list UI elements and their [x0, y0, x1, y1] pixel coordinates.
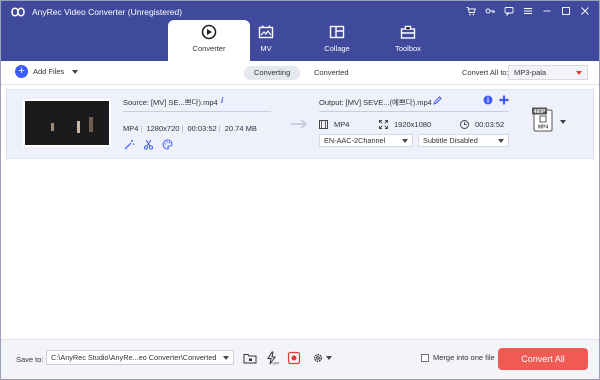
output-format-badge[interactable]: 480P MP4: [531, 107, 557, 133]
save-to-label: Save to:: [16, 355, 44, 364]
tab-converted[interactable]: Converted: [304, 66, 358, 80]
tab-converting[interactable]: Converting: [244, 66, 300, 80]
chevron-down-icon[interactable]: [72, 69, 79, 74]
chevron-down-icon[interactable]: [560, 120, 566, 124]
output-filename: Output: [MV] SEVE...(예쁘다).mp4: [319, 98, 432, 107]
source-size: 20.74 MB: [224, 124, 257, 133]
add-icon[interactable]: [499, 95, 509, 105]
tab-mv[interactable]: MV: [225, 20, 307, 61]
video-thumbnail[interactable]: [23, 99, 111, 147]
file-row: Source: [MV] SE...쁘다).mp4 i MP4 | 1280x72…: [6, 89, 594, 159]
plus-icon: +: [15, 65, 28, 78]
save-path-select[interactable]: C:\AnyRec Studio\AnyRe...eo Converter\Co…: [46, 350, 234, 365]
mv-icon: [258, 25, 274, 39]
format-value: MP3-pala: [514, 68, 547, 77]
audio-track-select[interactable]: EN-AAC-2Channel: [319, 134, 413, 147]
chevron-down-icon: [402, 139, 408, 143]
chevron-down-icon: [223, 356, 229, 360]
divider: [123, 111, 271, 112]
convert-all-button[interactable]: Convert All: [498, 348, 588, 370]
tab-label: MV: [260, 44, 272, 53]
subtitle-select[interactable]: Subtitle Disabled: [418, 134, 509, 147]
key-icon[interactable]: [482, 4, 498, 18]
divider: [319, 111, 509, 112]
format-badge-bottom: MP4: [538, 125, 549, 131]
collage-icon: [329, 25, 345, 39]
hardware-acceleration-button[interactable]: OFF: [263, 350, 280, 365]
source-meta: MP4 | 1280x720 | 00:03:52 | 20.74 MB: [123, 124, 257, 133]
edit-name-icon[interactable]: [433, 96, 442, 105]
add-files-button[interactable]: + Add Files: [15, 65, 79, 78]
lightning-icon: OFF: [266, 351, 279, 365]
arrow-right-icon: [291, 119, 308, 129]
gpu-accelerate-button[interactable]: [285, 350, 302, 365]
header-bar: AnyRec Video Converter (Unregistered) Co…: [1, 1, 599, 61]
bottom-bar: Save to: C:\AnyRec Studio\AnyRe...eo Con…: [1, 339, 599, 379]
app-window: AnyRec Video Converter (Unregistered) Co…: [0, 0, 600, 380]
toolbar: + Add Files Converting Converted Convert…: [1, 61, 599, 85]
output-format-meta: MP4: [319, 120, 349, 129]
window-controls: [463, 4, 593, 18]
svg-text:OFF: OFF: [272, 361, 279, 365]
folder-icon: [243, 353, 256, 363]
source-resolution: 1280x720: [146, 124, 180, 133]
tab-toolbox[interactable]: Toolbox: [367, 20, 449, 61]
save-path-value: C:\AnyRec Studio\AnyRe...eo Converter\Co…: [51, 353, 217, 362]
close-icon[interactable]: [577, 4, 593, 18]
gear-icon: [314, 353, 322, 362]
format-badge-top: 480P: [534, 109, 546, 115]
tab-label: Collage: [324, 44, 350, 53]
tab-label: Toolbox: [395, 44, 421, 53]
film-icon: [319, 120, 328, 129]
source-filename: Source: [MV] SE...쁘다).mp4: [123, 98, 218, 107]
tab-collage[interactable]: Collage: [296, 20, 378, 61]
chevron-down-icon: [576, 71, 582, 75]
converter-icon: [201, 24, 217, 40]
output-info-icon[interactable]: [483, 95, 493, 105]
chevron-down-icon: [326, 355, 332, 360]
minimize-icon[interactable]: [539, 4, 555, 18]
output-format: MP4: [334, 120, 350, 129]
audio-track-value: EN-AAC-2Channel: [324, 136, 386, 145]
resize-icon: [379, 120, 388, 129]
gpu-icon: [287, 351, 300, 364]
magic-wand-icon[interactable]: [124, 139, 135, 150]
scissors-icon[interactable]: [143, 139, 154, 150]
app-logo-icon: [11, 7, 25, 17]
window-title: AnyRec Video Converter (Unregistered): [32, 7, 183, 17]
open-folder-button[interactable]: [241, 350, 258, 365]
palette-icon[interactable]: [162, 139, 173, 150]
toolbox-icon: [400, 25, 416, 39]
settings-button[interactable]: [309, 350, 335, 365]
chat-icon[interactable]: [501, 4, 517, 18]
cart-icon[interactable]: [463, 4, 479, 18]
merge-checkbox[interactable]: [421, 353, 429, 362]
info-icon[interactable]: i: [221, 96, 223, 105]
output-duration: 00:03:52: [475, 120, 505, 129]
subtitle-value: Subtitle Disabled: [423, 136, 478, 145]
menu-icon[interactable]: [520, 4, 536, 18]
chevron-down-icon: [498, 139, 504, 143]
add-files-label: Add Files: [33, 67, 65, 76]
clock-icon: [460, 120, 469, 129]
source-format: MP4: [123, 124, 139, 133]
merge-label: Merge into one file: [433, 353, 495, 362]
source-duration: 00:03:52: [187, 124, 217, 133]
output-resolution: 1920x1080: [394, 120, 432, 129]
merge-option[interactable]: Merge into one file: [421, 353, 495, 362]
output-duration-meta: 00:03:52: [460, 120, 504, 129]
convert-all-to-label: Convert All to:: [462, 68, 509, 77]
edit-tools: [124, 139, 173, 150]
maximize-icon[interactable]: [558, 4, 574, 18]
convert-all-format-select[interactable]: MP3-pala: [508, 65, 588, 80]
output-resolution-meta: 1920x1080: [379, 120, 431, 129]
